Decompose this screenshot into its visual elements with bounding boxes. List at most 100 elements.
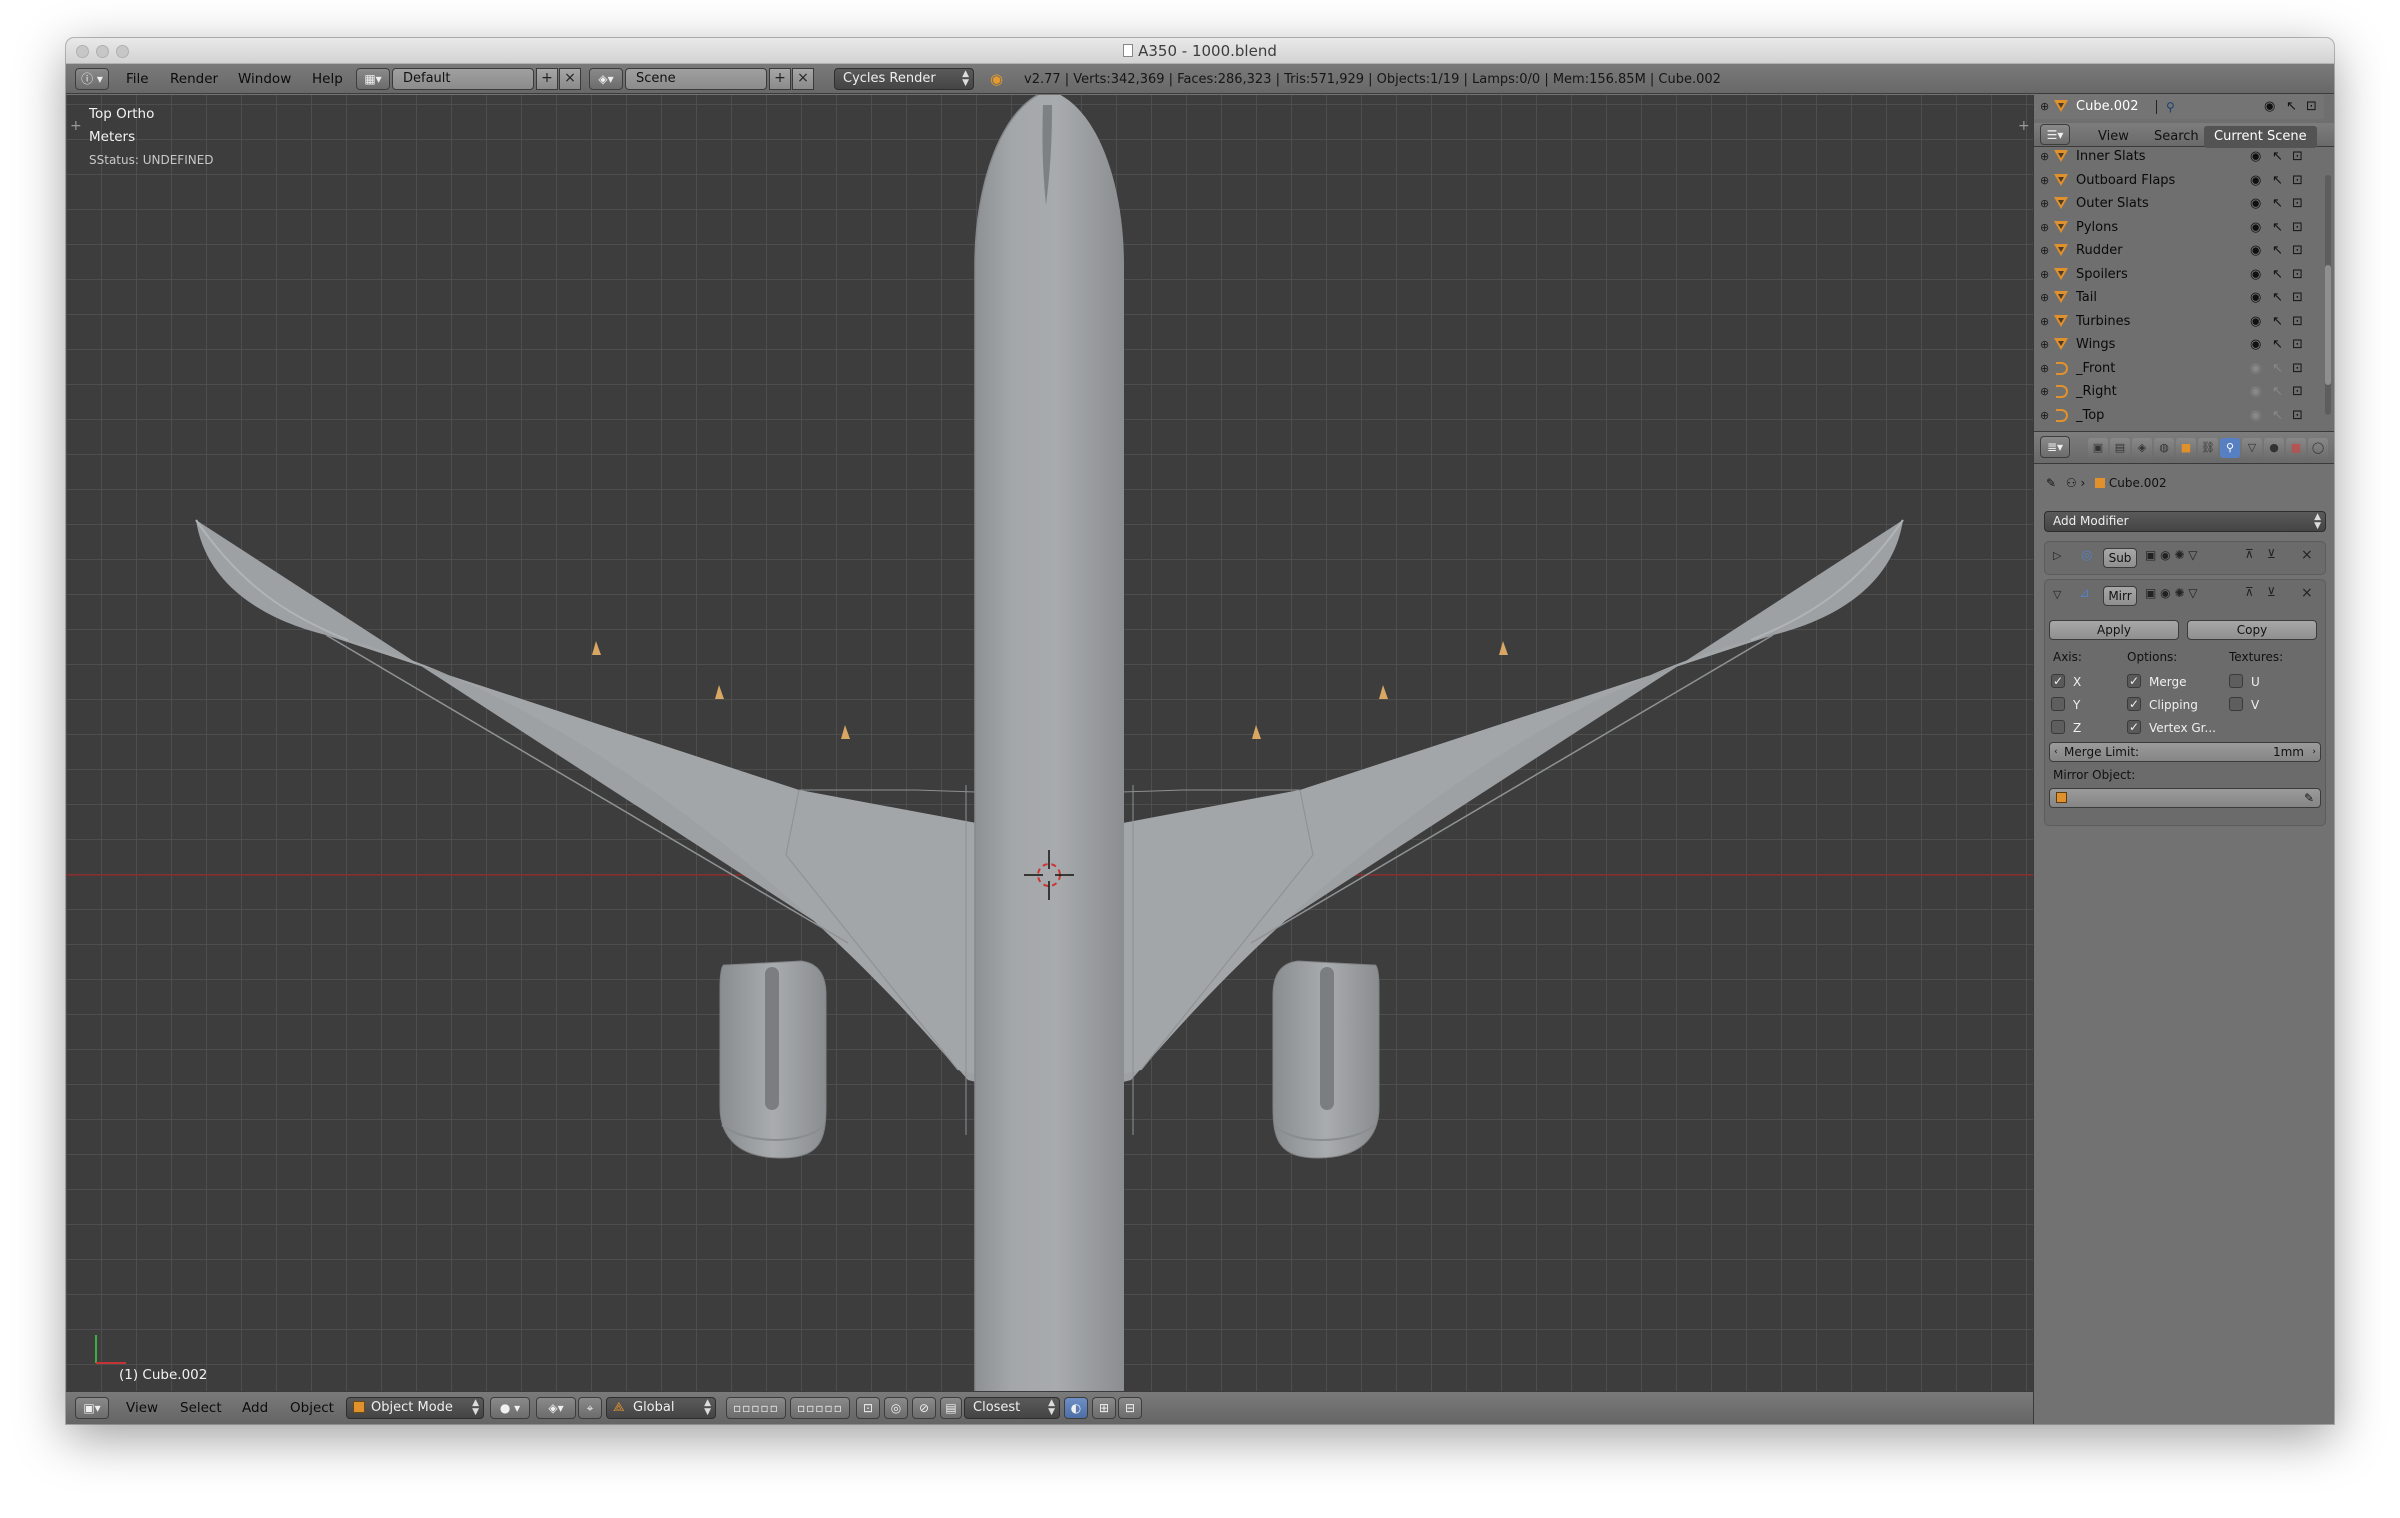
render-camera-icon[interactable]: ⊡ — [2292, 239, 2303, 263]
add-modifier-dropdown[interactable]: Add Modifier ▲ ▼ — [2044, 511, 2326, 532]
zoom-window-button[interactable] — [116, 45, 129, 58]
eyedropper-icon[interactable]: ✎ — [2304, 789, 2314, 807]
selectability-cursor-icon[interactable]: ↖ — [2286, 95, 2297, 119]
expand-icon[interactable]: ⊕ — [2040, 310, 2049, 334]
copy-button[interactable]: Copy — [2187, 620, 2317, 640]
add-scene-button[interactable]: + — [769, 68, 791, 90]
expand-icon[interactable]: ⊕ — [2040, 239, 2049, 263]
selectability-cursor-icon[interactable]: ↖ — [2272, 145, 2283, 169]
close-window-button[interactable] — [76, 45, 89, 58]
expand-arrow-icon[interactable]: ▷ — [2053, 549, 2061, 562]
lock-layers-icon[interactable]: ⊡ — [856, 1397, 880, 1419]
manipulator-toggle-icon[interactable]: ⌖ — [578, 1397, 602, 1419]
selectability-cursor-icon[interactable]: ↖ — [2272, 216, 2283, 240]
object-tab-icon[interactable]: ■ — [2176, 438, 2196, 458]
visibility-eye-icon[interactable]: ◉ — [2250, 263, 2261, 287]
mirror-object-field[interactable]: ✎ — [2049, 788, 2321, 808]
screen-layout-field[interactable]: Default — [392, 68, 534, 90]
selectability-cursor-icon[interactable]: ↖ — [2272, 404, 2283, 428]
expand-icon[interactable]: ⊕ — [2040, 216, 2049, 240]
visibility-eye-icon[interactable]: ◉ — [2250, 286, 2261, 310]
pin-icon[interactable]: ✎ — [2046, 476, 2056, 490]
axis-checkbox[interactable] — [2051, 720, 2065, 734]
render-camera-icon[interactable]: ⊡ — [2292, 216, 2303, 240]
material-tab-icon[interactable]: ● — [2264, 438, 2284, 458]
outliner-item[interactable]: ⊕ _Top ◉ ↖ ⊡ — [2034, 404, 2324, 428]
render-camera-icon[interactable]: ⊡ — [2306, 95, 2317, 119]
visibility-eye-icon[interactable]: ◉ — [2250, 310, 2261, 334]
modifier-toggle-icons[interactable]: ▣ ◉ ✺ ▽ — [2145, 586, 2198, 600]
selectability-cursor-icon[interactable]: ↖ — [2272, 333, 2283, 357]
expand-icon[interactable]: ⊕ — [2040, 380, 2049, 404]
snap-target-dropdown[interactable]: Closest ▲ ▼ — [964, 1397, 1060, 1419]
scene-tab-icon[interactable]: ◈ — [2132, 438, 2152, 458]
constraints-tab-icon[interactable]: ⛓ — [2198, 438, 2218, 458]
expand-icon[interactable]: ⊕ — [2040, 357, 2049, 381]
increment-arrow-icon[interactable]: › — [2312, 743, 2316, 761]
scene-field[interactable]: Scene — [625, 68, 767, 90]
menu-render[interactable]: Render — [170, 71, 218, 87]
visibility-eye-icon[interactable]: ◉ — [2250, 357, 2261, 381]
collapse-arrow-icon[interactable]: ▽ — [2053, 588, 2061, 601]
outliner-item[interactable]: ⊕ Outer Slats ◉ ↖ ⊡ — [2034, 192, 2324, 216]
menu-select[interactable]: Select — [180, 1400, 222, 1416]
world-tab-icon[interactable]: ◍ — [2154, 438, 2174, 458]
menu-help[interactable]: Help — [312, 71, 343, 87]
textures-checkbox[interactable] — [2229, 697, 2243, 711]
render-still-icon[interactable]: ⊞ — [1092, 1397, 1116, 1419]
add-layout-button[interactable]: + — [536, 68, 558, 90]
mode-dropdown[interactable]: Object Mode ▲ ▼ — [346, 1397, 484, 1419]
render-camera-icon[interactable]: ⊡ — [2292, 263, 2303, 287]
expand-icon[interactable]: ⊕ — [2040, 192, 2049, 216]
selectability-cursor-icon[interactable]: ↖ — [2272, 357, 2283, 381]
remove-modifier-icon[interactable]: × — [2301, 547, 2313, 563]
layer-buttons-group-1[interactable]: ▫▫▫▫▫ — [726, 1397, 786, 1419]
render-camera-icon[interactable]: ⊡ — [2292, 404, 2303, 428]
render-engine-dropdown[interactable]: Cycles Render ▲ ▼ — [834, 68, 974, 90]
visibility-eye-icon[interactable]: ◉ — [2250, 404, 2261, 428]
outliner-item[interactable]: ⊕ _Front ◉ ↖ ⊡ — [2034, 357, 2324, 381]
3d-viewport[interactable]: Top Ortho Meters SStatus: UNDEFINED (1) … — [66, 95, 2033, 1391]
menu-window[interactable]: Window — [238, 71, 291, 87]
visibility-eye-icon[interactable]: ◉ — [2250, 380, 2261, 404]
selectability-cursor-icon[interactable]: ↖ — [2272, 239, 2283, 263]
merge-limit-field[interactable]: ‹ Merge Limit: 1mm › — [2049, 742, 2321, 762]
visibility-eye-icon[interactable]: ◉ — [2250, 333, 2261, 357]
expand-icon[interactable]: ⊕ — [2040, 145, 2049, 169]
editor-type-button[interactable]: ⓘ ▾ — [75, 68, 109, 90]
outliner-active-object-row[interactable]: ⊕ Cube.002 ⚲ ◉ ↖ ⊡ — [2034, 95, 2324, 119]
expand-icon[interactable]: ⊕ — [2040, 95, 2049, 119]
selectability-cursor-icon[interactable]: ↖ — [2272, 310, 2283, 334]
menu-file[interactable]: File — [126, 71, 149, 87]
snap-element-icon[interactable]: ▤ — [940, 1397, 962, 1419]
viewport-editor-type-button[interactable]: ▣▾ — [75, 1397, 109, 1419]
visibility-eye-icon[interactable]: ◉ — [2250, 192, 2261, 216]
outliner-item[interactable]: ⊕ Spoilers ◉ ↖ ⊡ — [2034, 263, 2324, 287]
properties-editor-type-button[interactable]: ≣▾ — [2040, 436, 2070, 458]
options-checkbox[interactable]: ✓ — [2127, 674, 2141, 688]
expand-icon[interactable]: ⊕ — [2040, 169, 2049, 193]
axis-checkbox[interactable]: ✓ — [2051, 674, 2065, 688]
visibility-eye-icon[interactable]: ◉ — [2250, 169, 2261, 193]
viewport-shading-dropdown[interactable]: ● ▾ — [490, 1397, 530, 1419]
outliner-item[interactable]: ⊕ Rudder ◉ ↖ ⊡ — [2034, 239, 2324, 263]
axis-checkbox[interactable] — [2051, 697, 2065, 711]
move-down-icon[interactable]: ⊻ — [2267, 585, 2276, 599]
modifier-name-field[interactable]: Sub — [2103, 548, 2137, 568]
selectability-cursor-icon[interactable]: ↖ — [2272, 169, 2283, 193]
visibility-eye-icon[interactable]: ◉ — [2264, 95, 2275, 119]
menu-add[interactable]: Add — [242, 1400, 268, 1416]
expand-icon[interactable]: ⊕ — [2040, 263, 2049, 287]
options-checkbox[interactable]: ✓ — [2127, 697, 2141, 711]
render-camera-icon[interactable]: ⊡ — [2292, 357, 2303, 381]
move-down-icon[interactable]: ⊻ — [2267, 547, 2276, 561]
render-camera-icon[interactable]: ⊡ — [2292, 380, 2303, 404]
pivot-point-dropdown[interactable]: ◈▾ — [536, 1397, 576, 1419]
move-up-icon[interactable]: ⊼ — [2245, 547, 2254, 561]
snap-toggle-icon[interactable]: ⊘ — [912, 1397, 936, 1419]
render-animation-icon[interactable]: ⊟ — [1118, 1397, 1142, 1419]
proportional-edit-icon[interactable]: ◎ — [884, 1397, 908, 1419]
render-camera-icon[interactable]: ⊡ — [2292, 310, 2303, 334]
transform-orientation-dropdown[interactable]: ⟁ Global ▲ ▼ — [606, 1397, 716, 1419]
visibility-eye-icon[interactable]: ◉ — [2250, 145, 2261, 169]
